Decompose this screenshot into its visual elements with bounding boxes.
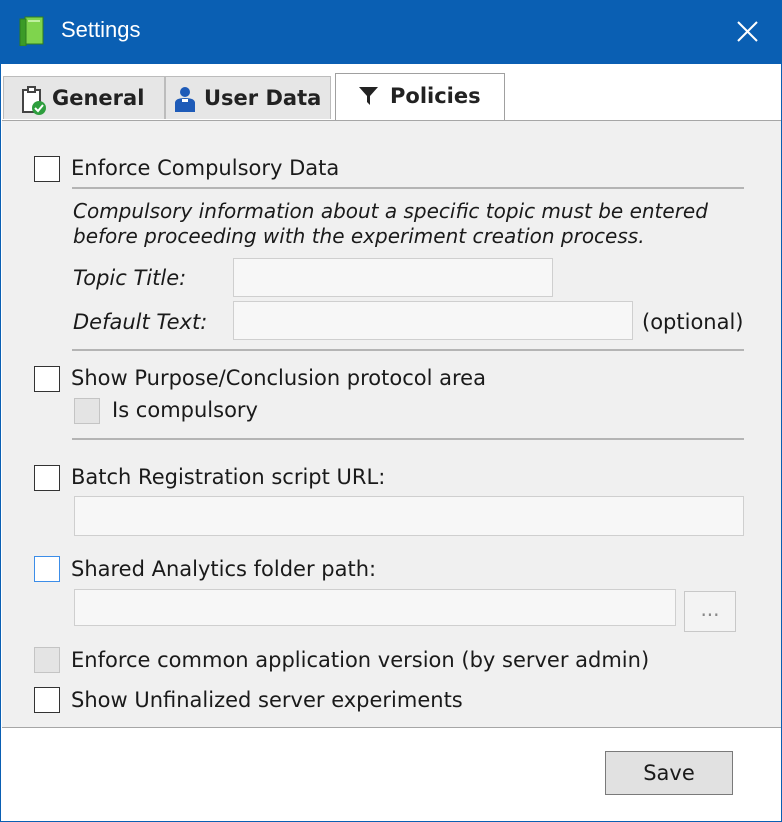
batch-registration-checkbox[interactable]	[34, 465, 60, 491]
clipboard-check-icon	[20, 86, 48, 121]
show-unfinalized-label: Show Unfinalized server experiments	[71, 688, 463, 712]
compulsory-description-line1: Compulsory information about a specific …	[73, 199, 708, 223]
enforce-version-checkbox[interactable]	[34, 647, 60, 673]
save-button[interactable]: Save	[605, 751, 733, 795]
default-text-input[interactable]	[233, 301, 633, 340]
policies-panel: Enforce Compulsory Data Compulsory infor…	[2, 120, 781, 728]
topic-title-label: Topic Title:	[73, 266, 187, 290]
batch-registration-label: Batch Registration script URL:	[71, 465, 386, 489]
tab-user-data-label: User Data	[204, 86, 322, 110]
enforce-compulsory-checkbox[interactable]	[34, 156, 60, 182]
footer: Save	[1, 728, 781, 821]
batch-registration-url-input[interactable]	[74, 496, 744, 536]
shared-analytics-path-input[interactable]	[74, 589, 676, 626]
divider	[72, 349, 744, 351]
is-compulsory-label: Is compulsory	[112, 398, 258, 422]
shared-analytics-label: Shared Analytics folder path:	[71, 557, 377, 581]
purpose-conclusion-checkbox[interactable]	[34, 366, 60, 392]
tab-strip: General User Data Policies	[1, 64, 781, 120]
topic-title-input[interactable]	[233, 258, 553, 297]
enforce-compulsory-label: Enforce Compulsory Data	[71, 156, 340, 180]
tab-general[interactable]: General	[3, 76, 165, 119]
tab-policies[interactable]: Policies	[335, 73, 505, 120]
tab-general-label: General	[52, 86, 145, 110]
default-text-label: Default Text:	[73, 310, 208, 334]
close-icon	[737, 21, 758, 42]
purpose-conclusion-label: Show Purpose/Conclusion protocol area	[71, 366, 486, 390]
tab-user-data[interactable]: User Data	[165, 76, 331, 119]
shared-analytics-checkbox[interactable]	[34, 556, 60, 582]
optional-label: (optional)	[642, 310, 744, 334]
show-unfinalized-checkbox[interactable]	[34, 687, 60, 713]
window-title: Settings	[61, 17, 141, 42]
filter-icon	[358, 85, 380, 112]
user-icon	[174, 85, 196, 118]
tab-policies-label: Policies	[390, 84, 481, 108]
compulsory-description-line2: before proceeding with the experiment cr…	[73, 224, 645, 248]
enforce-version-label: Enforce common application version (by s…	[71, 648, 650, 672]
book-icon	[19, 16, 45, 50]
settings-window: Settings General User Data Policies Enfo…	[0, 0, 782, 822]
close-button[interactable]	[725, 11, 769, 51]
divider	[72, 187, 744, 189]
browse-button[interactable]: ...	[684, 591, 736, 632]
title-bar: Settings	[1, 1, 781, 64]
is-compulsory-checkbox[interactable]	[74, 398, 100, 424]
divider	[72, 438, 744, 440]
